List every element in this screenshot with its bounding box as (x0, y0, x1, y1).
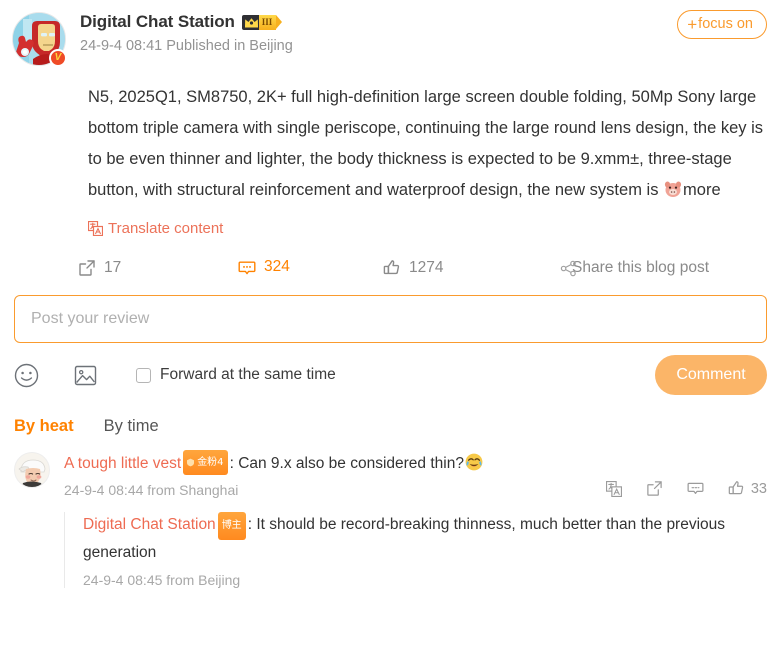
tab-by-time[interactable]: By time (104, 417, 159, 436)
commenter-name[interactable]: A tough little vest (64, 455, 181, 472)
comment-list: A tough little vest 金粉4: Can 9.x also be … (14, 450, 767, 588)
smiley-face-icon (14, 363, 39, 387)
comment-separator: : (229, 455, 239, 472)
comment-action[interactable]: 324 (238, 259, 383, 277)
reply-text-line: Digital Chat Station 博主: It should be rec… (83, 512, 767, 566)
vip-level-tag: III (258, 14, 282, 30)
post-meta: 24-9-4 08:41 Published in Beijing (80, 38, 293, 54)
comment-translate-button[interactable] (605, 480, 622, 497)
comment-reply-button[interactable] (687, 480, 704, 497)
repost-icon (647, 481, 662, 496)
repost-action[interactable]: 17 (78, 259, 238, 277)
comment-bubble-icon (238, 261, 256, 275)
post-header: V Digital Chat Station III 24-9-4 08:41 … (0, 0, 781, 67)
weibo-post-page: V Digital Chat Station III 24-9-4 08:41 … (0, 0, 781, 660)
tab-by-heat[interactable]: By heat (14, 417, 74, 436)
like-action[interactable]: 1274 (383, 259, 558, 277)
forward-label: Forward at the same time (160, 366, 336, 383)
post-content-text: N5, 2025Q1, SM8750, 2K+ full high-defini… (88, 88, 764, 199)
fan-level-badge: 金粉4 (183, 450, 228, 475)
commenter-avatar-image (15, 453, 49, 487)
verified-badge-icon: V (49, 49, 67, 67)
vip-badge[interactable]: III (241, 14, 282, 31)
laughing-tears-emoji (465, 453, 483, 471)
author-name[interactable]: Digital Chat Station (80, 12, 235, 32)
translate-label: Translate content (108, 220, 224, 237)
author-avatar-wrap[interactable]: V (12, 12, 67, 67)
comment-like-count: 33 (750, 480, 767, 497)
comment-repost-button[interactable] (646, 480, 663, 497)
reply-author-name[interactable]: Digital Chat Station (83, 516, 216, 533)
translate-icon (605, 480, 622, 497)
post-action-bar: 17 324 1274 Share this blog post (78, 259, 767, 277)
comment-action-row: 33 (605, 480, 767, 497)
share-nodes-icon (560, 260, 576, 277)
emoji-picker-button[interactable] (14, 363, 39, 388)
forward-checkbox[interactable] (136, 367, 151, 383)
comment-bubble-icon (687, 482, 704, 495)
comment-body: A tough little vest 金粉4: Can 9.x also be … (64, 450, 767, 588)
thumbs-up-icon (728, 481, 744, 495)
comment-item: A tough little vest 金粉4: Can 9.x also be … (14, 450, 767, 588)
comment-like-button[interactable]: 33 (728, 480, 767, 497)
share-label: Share this blog post (572, 259, 710, 276)
submit-comment-button[interactable]: Comment (655, 355, 767, 395)
translate-content-link[interactable]: Translate content (88, 220, 223, 237)
share-action[interactable]: Share this blog post (558, 259, 709, 277)
repost-count: 17 (104, 259, 122, 277)
image-upload-button[interactable] (73, 363, 98, 388)
comment-count: 324 (264, 258, 290, 275)
pig-face-emoji (664, 181, 682, 197)
comment-sort-tabs: By heat By time (14, 417, 767, 436)
composer-toolbar: Forward at the same time Comment (14, 355, 767, 395)
translate-icon (88, 221, 103, 236)
repost-icon (79, 260, 95, 276)
comment-text: Can 9.x also be considered thin? (238, 455, 464, 472)
like-count: 1274 (409, 259, 444, 277)
thumbs-up-icon (383, 260, 400, 275)
reply-meta: 24-9-4 08:45 from Beijing (83, 572, 241, 588)
comment-text-line: A tough little vest 金粉4: Can 9.x also be … (64, 450, 767, 475)
plus-icon: + (687, 15, 698, 34)
follow-button-label: focus on (698, 16, 753, 33)
author-badge: 博主 (217, 512, 246, 540)
comment-input[interactable] (29, 309, 752, 329)
picture-icon (74, 365, 97, 385)
forward-checkbox-row[interactable]: Forward at the same time (136, 366, 336, 384)
comment-reply: Digital Chat Station 博主: It should be rec… (64, 512, 767, 588)
author-info: Digital Chat Station III 24-9-4 08:41 Pu… (80, 10, 769, 54)
comment-composer[interactable] (14, 295, 767, 343)
follow-button[interactable]: + focus on (677, 10, 767, 39)
fan-shield-icon (187, 458, 195, 467)
author-name-row: Digital Chat Station III (80, 12, 769, 32)
post-content: N5, 2025Q1, SM8750, 2K+ full high-defini… (88, 82, 767, 206)
commenter-avatar[interactable] (14, 452, 50, 488)
fan-badge-label: 金粉4 (197, 457, 224, 468)
post-content-more[interactable]: more (683, 181, 721, 199)
